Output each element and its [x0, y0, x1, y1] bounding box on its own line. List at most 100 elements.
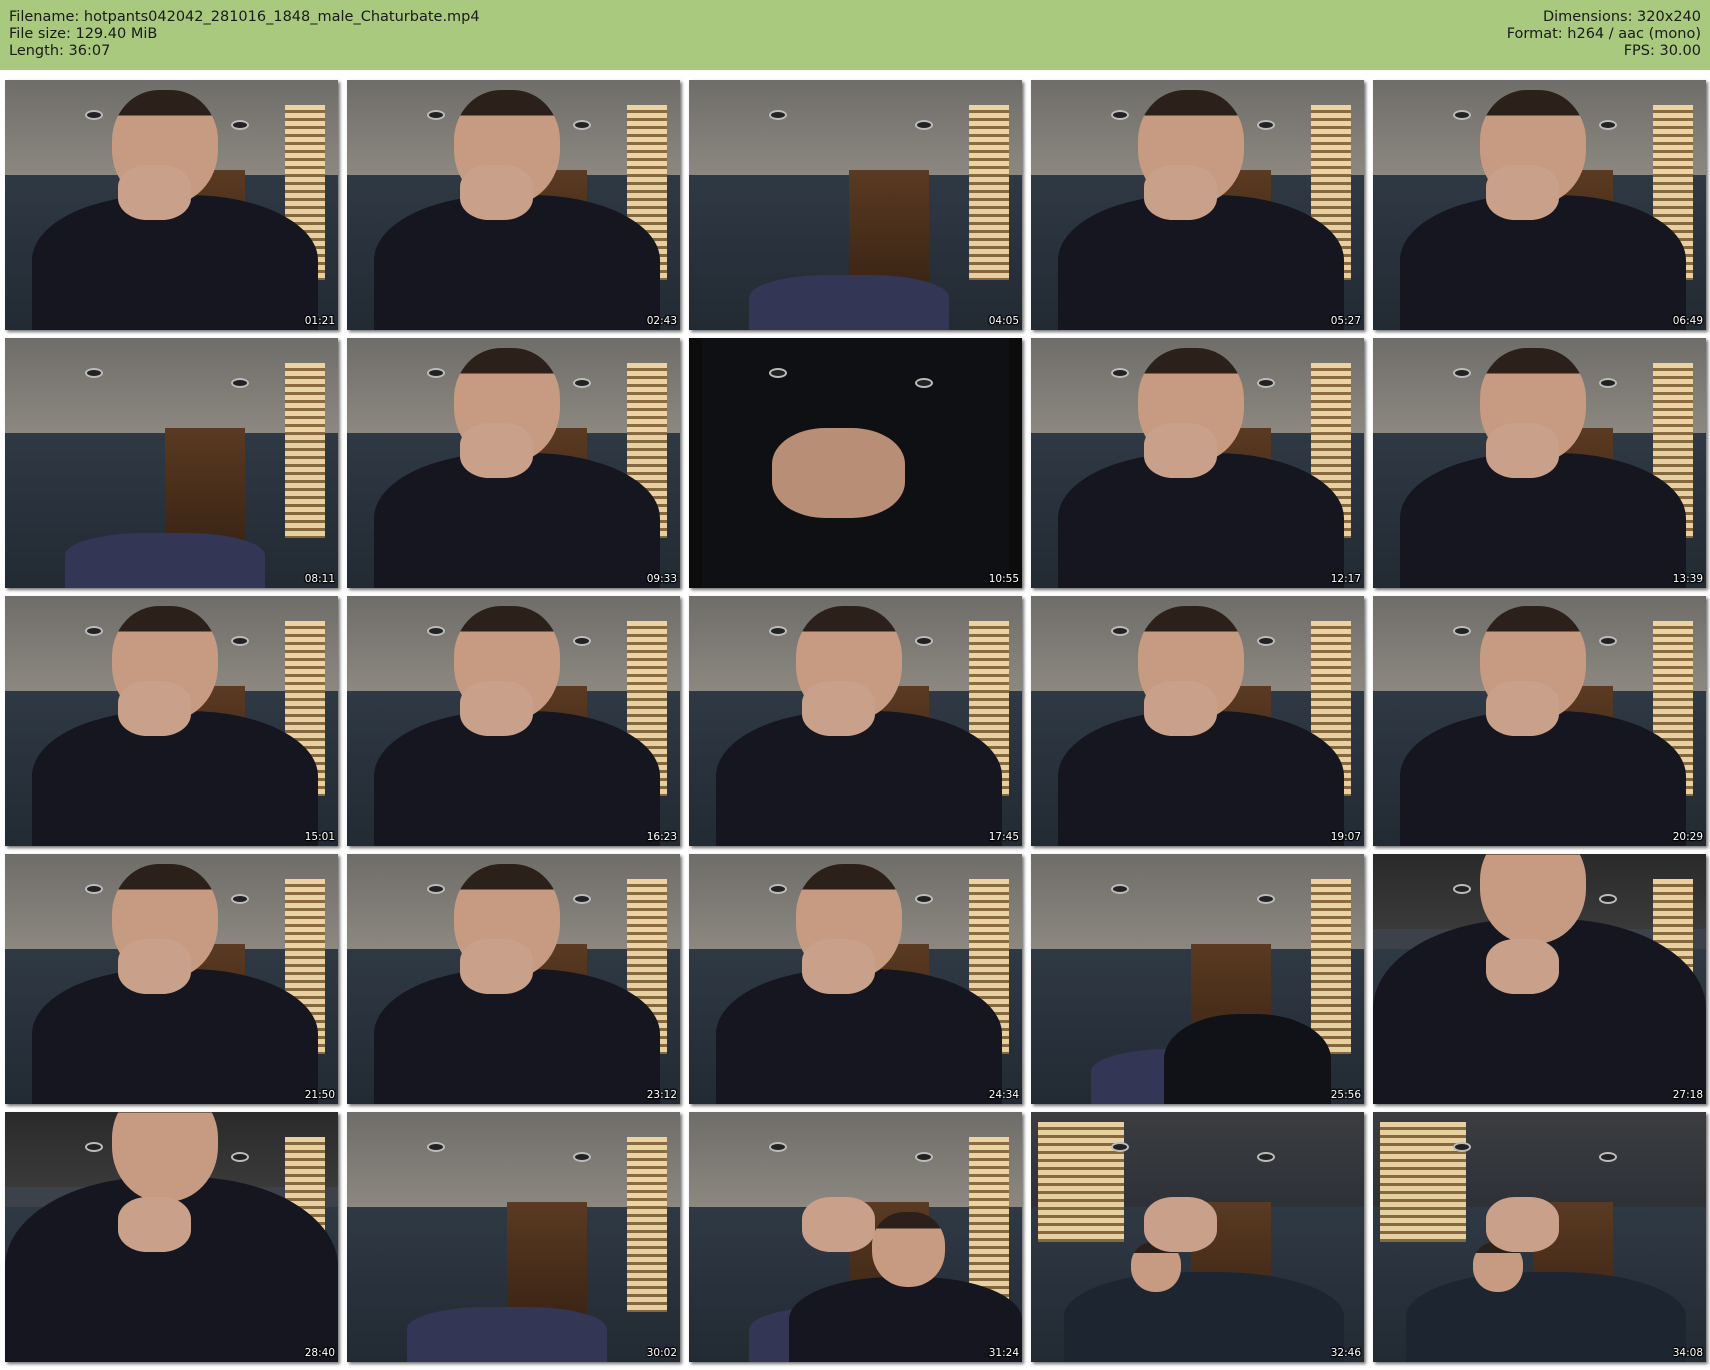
person-torso [1064, 1272, 1345, 1362]
person-hand [1486, 1197, 1560, 1252]
video-thumbnail[interactable]: 17:45 [689, 596, 1022, 846]
bed [748, 275, 949, 330]
person-hand [1144, 423, 1218, 478]
timestamp-label: 17:45 [988, 831, 1019, 843]
person-hand [1486, 681, 1560, 736]
video-thumbnail[interactable]: 08:11 [5, 338, 338, 588]
video-thumbnail[interactable]: 12:17 [1031, 338, 1364, 588]
ceiling-light [1452, 626, 1471, 636]
video-thumbnail[interactable]: 02:43 [347, 80, 680, 330]
video-thumbnail[interactable]: 10:55 [689, 338, 1022, 588]
window-blinds [1310, 879, 1351, 1054]
person-hand [460, 939, 534, 994]
ceiling-light [1110, 626, 1129, 636]
video-thumbnail[interactable]: 32:46 [1031, 1112, 1364, 1362]
video-thumbnail[interactable]: 06:49 [1373, 80, 1706, 330]
ceiling-light [1452, 884, 1471, 894]
person-hand [1144, 165, 1218, 220]
ceiling-light [1110, 884, 1129, 894]
person-hand [118, 165, 192, 220]
video-thumbnail[interactable]: 13:39 [1373, 338, 1706, 588]
window-blinds [284, 363, 325, 538]
ceiling-light [1452, 110, 1471, 120]
person-hand [1486, 939, 1560, 994]
video-thumbnail[interactable]: 28:40 [5, 1112, 338, 1362]
timestamp-label: 19:07 [1330, 831, 1361, 843]
ceiling-light [84, 884, 103, 894]
video-thumbnail[interactable]: 20:29 [1373, 596, 1706, 846]
bed [64, 533, 265, 588]
video-thumbnail[interactable]: 25:56 [1031, 854, 1364, 1104]
timestamp-label: 06:49 [1672, 315, 1703, 327]
ceiling-light [1110, 110, 1129, 120]
video-thumbnail[interactable]: 01:21 [5, 80, 338, 330]
window-blinds [1379, 1122, 1467, 1242]
info-header: Filename: hotpants042042_281016_1848_mal… [0, 0, 1710, 70]
ceiling-light [84, 368, 103, 378]
window-blinds [968, 105, 1009, 280]
timestamp-label: 24:34 [988, 1089, 1019, 1101]
ceiling-light [426, 626, 445, 636]
person-hand [118, 681, 192, 736]
person-torso [1164, 1014, 1331, 1104]
timestamp-label: 01:21 [304, 315, 335, 327]
timestamp-label: 08:11 [304, 573, 335, 585]
ceiling-light [426, 1142, 445, 1152]
timestamp-label: 04:05 [988, 315, 1019, 327]
timestamp-label: 23:12 [646, 1089, 677, 1101]
format-label: Format: h264 / aac (mono) [1506, 26, 1701, 42]
timestamp-label: 21:50 [304, 1089, 335, 1101]
video-thumbnail[interactable]: 30:02 [347, 1112, 680, 1362]
timestamp-label: 13:39 [1672, 573, 1703, 585]
video-thumbnail[interactable]: 16:23 [347, 596, 680, 846]
person-hand [460, 423, 534, 478]
timestamp-label: 12:17 [1330, 573, 1361, 585]
ceiling-light [84, 626, 103, 636]
video-thumbnail[interactable]: 24:34 [689, 854, 1022, 1104]
filename-label: Filename: hotpants042042_281016_1848_mal… [9, 9, 480, 25]
ceiling-light [768, 368, 787, 378]
timestamp-label: 27:18 [1672, 1089, 1703, 1101]
timestamp-label: 02:43 [646, 315, 677, 327]
ceiling-light [426, 884, 445, 894]
timestamp-label: 15:01 [304, 831, 335, 843]
person-hand [1144, 681, 1218, 736]
ceiling-light [1110, 1142, 1129, 1152]
timestamp-label: 09:33 [646, 573, 677, 585]
video-thumbnail[interactable]: 21:50 [5, 854, 338, 1104]
timestamp-label: 10:55 [988, 573, 1019, 585]
window-blinds [626, 1137, 667, 1312]
timestamp-label: 20:29 [1672, 831, 1703, 843]
video-thumbnail[interactable]: 15:01 [5, 596, 338, 846]
video-thumbnail[interactable]: 09:33 [347, 338, 680, 588]
timestamp-label: 30:02 [646, 1347, 677, 1359]
video-thumbnail[interactable]: 31:24 [689, 1112, 1022, 1362]
fps-label: FPS: 30.00 [1623, 43, 1701, 59]
person-hand [1144, 1197, 1218, 1252]
person-torso [1406, 1272, 1687, 1362]
person-hand [460, 681, 534, 736]
ceiling-light [1110, 368, 1129, 378]
ceiling-light [1452, 1142, 1471, 1152]
timestamp-label: 34:08 [1672, 1347, 1703, 1359]
ceiling-light [426, 110, 445, 120]
video-thumbnail[interactable]: 34:08 [1373, 1112, 1706, 1362]
person-hand [1486, 423, 1560, 478]
timestamp-label: 28:40 [304, 1347, 335, 1359]
person-hand [118, 939, 192, 994]
person-torso [788, 1277, 1022, 1362]
video-thumbnail[interactable]: 04:05 [689, 80, 1022, 330]
video-thumbnail[interactable]: 05:27 [1031, 80, 1364, 330]
ceiling-light [768, 1142, 787, 1152]
bed [406, 1307, 607, 1362]
timestamp-label: 05:27 [1330, 315, 1361, 327]
video-thumbnail[interactable]: 27:18 [1373, 854, 1706, 1104]
ceiling-light [768, 110, 787, 120]
person-hand [802, 681, 876, 736]
media-info: Dimensions: 320x240 Format: h264 / aac (… [1507, 9, 1701, 60]
ceiling-light [426, 368, 445, 378]
video-thumbnail[interactable]: 23:12 [347, 854, 680, 1104]
video-thumbnail[interactable]: 19:07 [1031, 596, 1364, 846]
person-hand [118, 1197, 192, 1252]
ceiling-light [84, 1142, 103, 1152]
